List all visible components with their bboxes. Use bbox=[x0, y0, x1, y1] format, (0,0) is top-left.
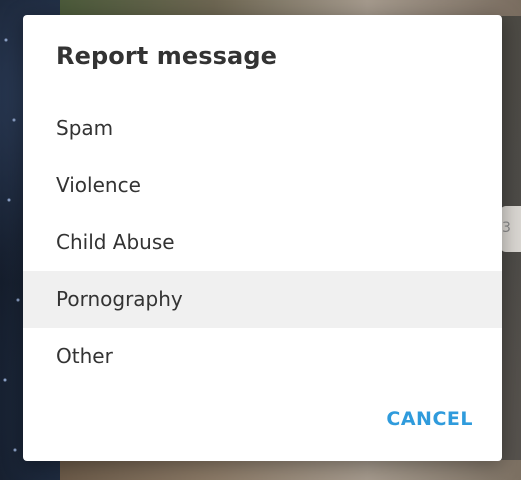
background-bottom-strip bbox=[60, 460, 521, 480]
report-option-pornography[interactable]: Pornography bbox=[23, 271, 502, 328]
background-side-chip: 3 bbox=[500, 206, 521, 252]
dialog-title: Report message bbox=[56, 42, 277, 70]
report-message-dialog: Report message Spam Violence Child Abuse… bbox=[23, 15, 502, 461]
report-reason-list: Spam Violence Child Abuse Pornography Ot… bbox=[23, 100, 502, 385]
background-top-strip bbox=[60, 0, 521, 16]
report-option-spam[interactable]: Spam bbox=[23, 100, 502, 157]
report-option-violence[interactable]: Violence bbox=[23, 157, 502, 214]
background-stars bbox=[0, 0, 24, 480]
report-option-other[interactable]: Other bbox=[23, 328, 502, 385]
cancel-button[interactable]: CANCEL bbox=[386, 408, 473, 430]
side-chip-text: 3 bbox=[502, 220, 511, 236]
report-option-child-abuse[interactable]: Child Abuse bbox=[23, 214, 502, 271]
